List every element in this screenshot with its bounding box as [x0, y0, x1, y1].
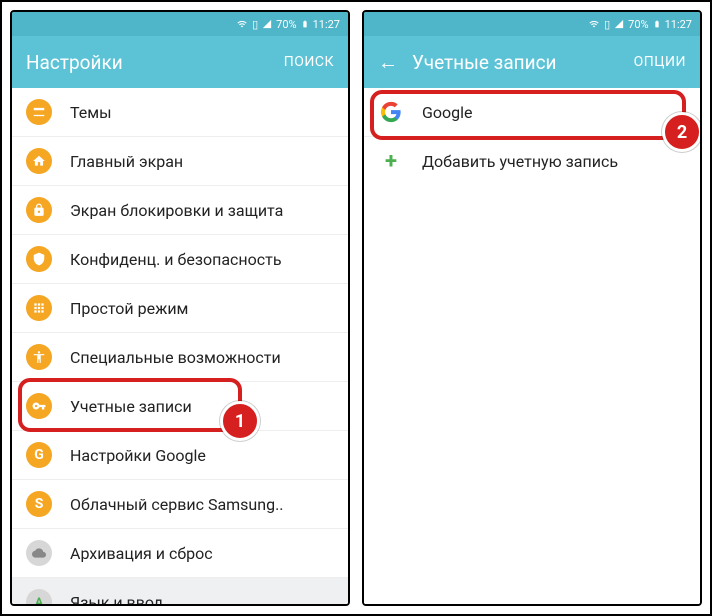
- appbar: Настройки ПОИСК: [12, 36, 348, 88]
- item-privacy[interactable]: Конфиденц. и безопасность: [12, 235, 348, 284]
- clock-text: 11:27: [313, 18, 340, 31]
- label: Темы: [70, 103, 112, 122]
- plus-icon: +: [378, 148, 404, 174]
- google-icon: [380, 101, 402, 123]
- appbar: ← Учетные записи ОПЦИИ: [364, 36, 700, 88]
- status-bar: ▯ 70% 11:27: [12, 12, 348, 36]
- key-icon: [26, 393, 52, 419]
- home-icon: [26, 148, 52, 174]
- item-lockscreen[interactable]: Экран блокировки и защита: [12, 186, 348, 235]
- back-icon[interactable]: ←: [378, 52, 398, 72]
- item-themes[interactable]: Темы: [12, 88, 348, 137]
- item-home[interactable]: Главный экран: [12, 137, 348, 186]
- sim-icon: ▯: [604, 18, 610, 31]
- label: Google: [422, 103, 473, 122]
- battery-text: 70%: [628, 18, 648, 31]
- wifi-icon: [588, 19, 600, 29]
- label: Архивация и сброс: [70, 544, 213, 563]
- item-accessibility[interactable]: Специальные возможности: [12, 333, 348, 382]
- step-badge-1: 1: [220, 401, 260, 441]
- accessibility-icon: [26, 344, 52, 370]
- status-bar: ▯ 70% 11:27: [364, 12, 700, 36]
- signal-icon: [614, 19, 624, 29]
- page-title: Учетные записи: [412, 51, 620, 74]
- lang-icon: A: [26, 589, 52, 604]
- sim-icon: ▯: [252, 18, 258, 31]
- themes-icon: [26, 99, 52, 125]
- step-badge-2: 2: [662, 112, 702, 152]
- item-samsung-cloud[interactable]: S Облачный сервис Samsung..: [12, 480, 348, 529]
- options-action[interactable]: ОПЦИИ: [634, 54, 686, 70]
- item-backup[interactable]: Архивация и сброс: [12, 529, 348, 578]
- s-letter-icon: S: [26, 491, 52, 517]
- item-accounts[interactable]: Учетные записи: [12, 382, 348, 431]
- label: Главный экран: [70, 152, 183, 171]
- wifi-icon: [236, 19, 248, 29]
- label: Экран блокировки и защита: [70, 201, 283, 220]
- google-letter-icon: G: [26, 442, 52, 468]
- settings-list: Темы Главный экран Экран блокировки и за…: [12, 88, 348, 604]
- signal-icon: [262, 19, 272, 29]
- shield-icon: [26, 246, 52, 272]
- label: Язык и ввод: [70, 593, 163, 605]
- backup-icon: [26, 540, 52, 566]
- item-google[interactable]: G Настройки Google: [12, 431, 348, 480]
- item-google-account[interactable]: Google: [364, 88, 700, 137]
- easy-icon: [26, 295, 52, 321]
- phone-left: ▯ 70% 11:27 Настройки ПОИСК Темы: [10, 10, 350, 606]
- item-add-account[interactable]: + Добавить учетную запись: [364, 137, 700, 185]
- clock-text: 11:27: [665, 18, 692, 31]
- label: Конфиденц. и безопасность: [70, 250, 282, 269]
- battery-icon: [653, 18, 661, 30]
- label: Специальные возможности: [70, 348, 281, 367]
- phone-right: ▯ 70% 11:27 ← Учетные записи ОПЦИИ Googl…: [362, 10, 702, 606]
- page-title: Настройки: [26, 51, 270, 74]
- label: Настройки Google: [70, 446, 206, 465]
- label: Облачный сервис Samsung..: [70, 495, 284, 514]
- item-language[interactable]: A Язык и ввод: [12, 578, 348, 604]
- search-action[interactable]: ПОИСК: [284, 54, 334, 70]
- accounts-list: Google + Добавить учетную запись: [364, 88, 700, 604]
- lock-icon: [26, 197, 52, 223]
- battery-icon: [301, 18, 309, 30]
- label: Учетные записи: [70, 397, 192, 416]
- battery-text: 70%: [276, 18, 296, 31]
- label: Простой режим: [70, 299, 188, 318]
- label: Добавить учетную запись: [422, 152, 618, 171]
- item-easy[interactable]: Простой режим: [12, 284, 348, 333]
